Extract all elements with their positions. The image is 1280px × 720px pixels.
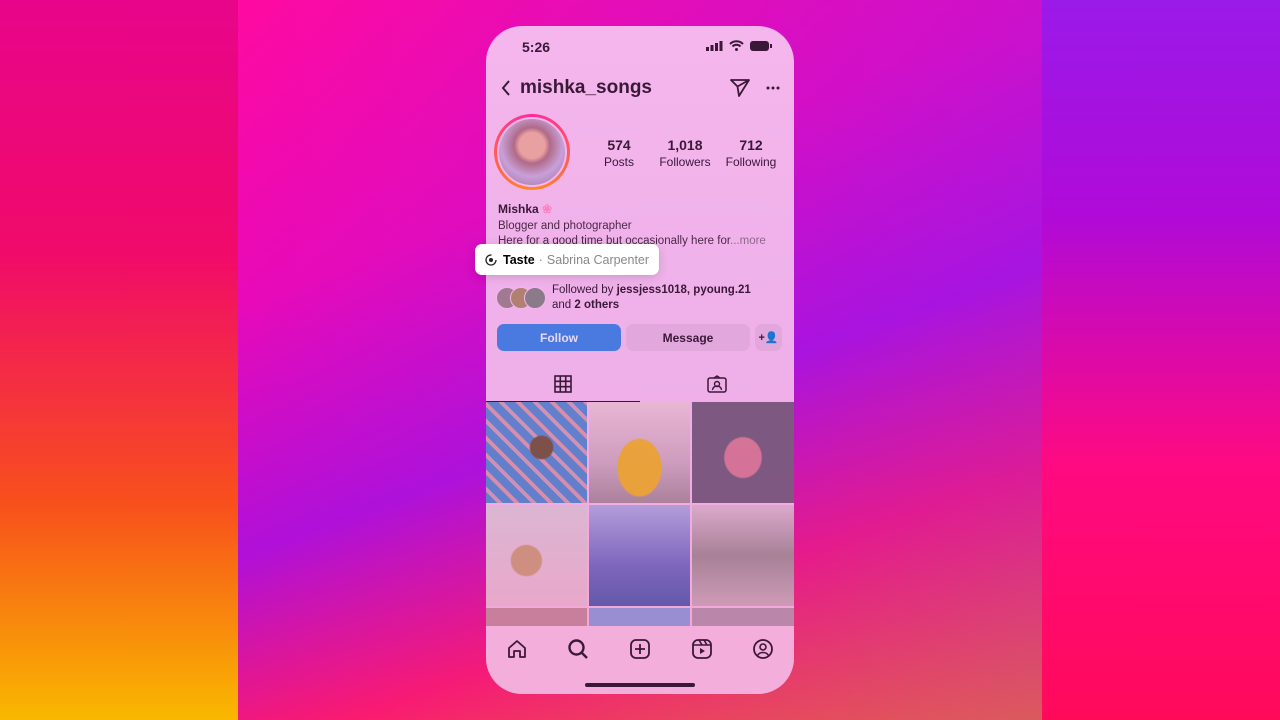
post-thumbnail[interactable] (486, 505, 587, 606)
profile-stats: 574 Posts 1,018 Followers 712 Following (586, 137, 784, 171)
background-right (1042, 0, 1280, 720)
home-icon[interactable] (506, 638, 528, 660)
status-time: 5:26 (522, 39, 551, 55)
back-icon[interactable] (500, 79, 512, 97)
background-left (0, 0, 238, 720)
more-icon[interactable] (766, 86, 780, 90)
music-disc-icon (485, 253, 497, 266)
phone-screen: 5:26 mishka_songs 574 Posts 1,018 Follower… (486, 26, 794, 694)
post-thumbnail[interactable] (589, 505, 690, 606)
stat-posts[interactable]: 574 Posts (586, 137, 652, 171)
wifi-icon (729, 40, 744, 51)
action-buttons: Follow Message +👤 (497, 324, 782, 351)
message-button[interactable]: Message (626, 324, 750, 351)
followed-by[interactable]: Followed by jessjess1018, pyoung.21 and 2… (496, 283, 751, 313)
song-title: Taste (503, 252, 535, 267)
flower-icon: ❀ (542, 202, 553, 216)
post-thumbnail[interactable] (589, 402, 690, 503)
song-artist: Sabrina Carpenter (546, 252, 650, 267)
grid-icon (554, 374, 572, 393)
tab-grid[interactable] (486, 366, 640, 402)
music-sticker[interactable]: Taste · Sabrina Carpenter (475, 244, 659, 275)
follower-avatar (524, 287, 546, 309)
post-thumbnail[interactable] (692, 505, 794, 606)
tab-tagged[interactable] (640, 366, 794, 402)
avatar[interactable] (494, 114, 570, 190)
search-icon[interactable] (567, 638, 589, 660)
post-thumbnail[interactable] (486, 402, 587, 503)
send-icon[interactable] (730, 79, 750, 97)
home-indicator (585, 683, 695, 687)
reels-icon[interactable] (691, 638, 713, 660)
follow-button[interactable]: Follow (497, 324, 621, 351)
create-icon[interactable] (629, 638, 651, 660)
username-title: mishka_songs (520, 77, 652, 98)
profile-tabs (486, 366, 794, 402)
post-thumbnail[interactable] (692, 402, 794, 503)
signal-icon (706, 40, 723, 51)
suggest-people-button[interactable]: +👤 (755, 324, 782, 351)
profile-icon[interactable] (752, 638, 774, 660)
battery-icon (750, 40, 772, 51)
tagged-icon (707, 375, 727, 393)
stat-followers[interactable]: 1,018 Followers (652, 137, 718, 171)
status-icons (706, 40, 772, 51)
stat-following[interactable]: 712 Following (718, 137, 784, 171)
display-name: Mishka ❀ (498, 202, 553, 216)
more-link[interactable]: ...more (730, 235, 766, 247)
profile-header: mishka_songs (500, 76, 780, 100)
